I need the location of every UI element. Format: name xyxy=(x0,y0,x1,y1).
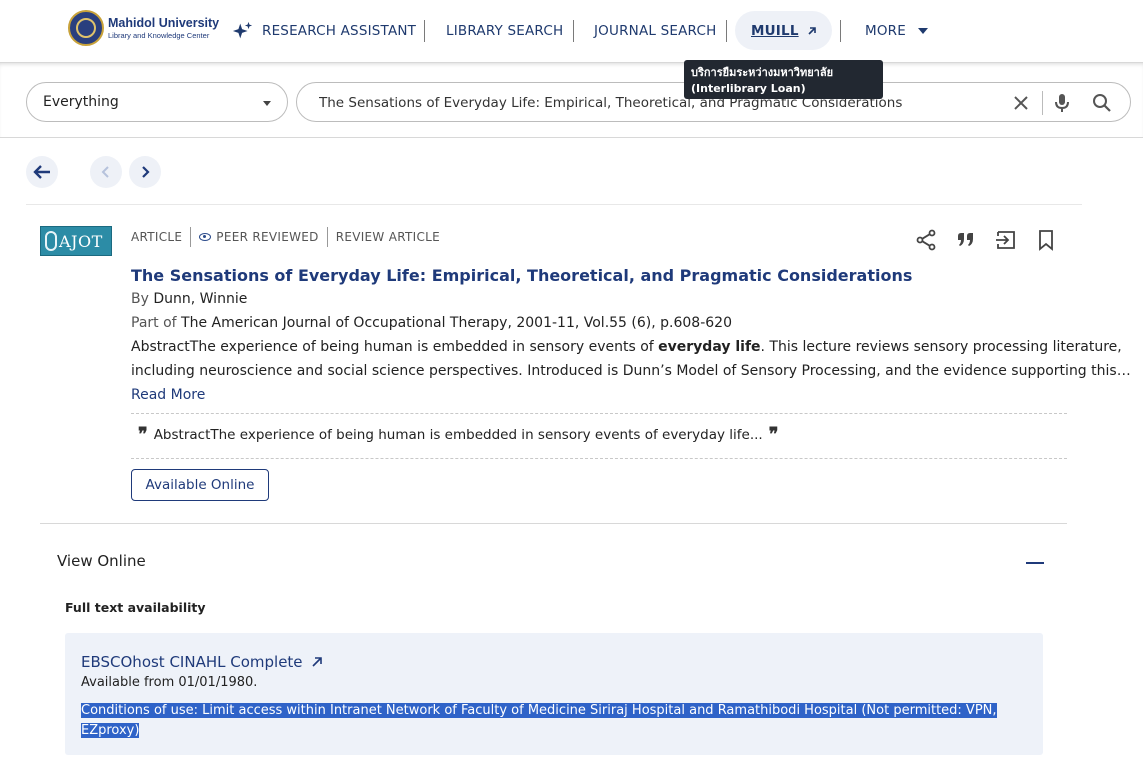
abstract-highlight: everyday life xyxy=(658,339,761,355)
search-scope-select[interactable]: Everything xyxy=(26,82,288,122)
abstract-text: AbstractThe experience of being human is… xyxy=(131,339,659,355)
previous-record-button[interactable] xyxy=(90,156,122,188)
section-divider xyxy=(26,204,1082,205)
nav-divider xyxy=(726,20,727,42)
read-more-link[interactable]: Read More xyxy=(131,387,205,403)
quote-close-icon: ❞ xyxy=(768,424,779,445)
top-navigation: Mahidol University Library and Knowledge… xyxy=(0,0,1143,62)
muill-tooltip: บริการยืมระหว่างมหาวิทยาลัย (Interlibrar… xyxy=(684,60,883,99)
nav-research-assistant-label: RESEARCH ASSISTANT xyxy=(262,23,417,39)
next-record-button[interactable] xyxy=(129,156,161,188)
search-input[interactable] xyxy=(319,91,999,115)
quote-open-icon: ❞ xyxy=(138,424,148,445)
record-author-line: By Dunn, Winnie xyxy=(131,291,247,307)
record-source-line: Part of The American Journal of Occupati… xyxy=(131,315,732,331)
chevron-left-icon xyxy=(101,166,109,178)
view-online-heading: View Online xyxy=(57,552,146,570)
citation-icon[interactable] xyxy=(954,228,978,252)
search-icon[interactable] xyxy=(1090,91,1114,115)
nav-divider xyxy=(840,20,841,42)
share-icon[interactable] xyxy=(914,228,938,252)
logo-title: Mahidol University xyxy=(108,16,220,30)
dropdown-caret-icon xyxy=(263,101,271,106)
available-online-button[interactable]: Available Online xyxy=(131,469,269,501)
chevron-right-icon xyxy=(142,166,150,178)
conditions-of-use-text: Conditions of use: Limit access within I… xyxy=(81,701,1021,741)
snippet-divider xyxy=(131,413,1067,414)
logo-subtitle: Library and Knowledge Center xyxy=(108,30,210,40)
tooltip-line2: (Interlibrary Loan) xyxy=(691,82,806,95)
tag-review-article: REVIEW ARTICLE xyxy=(326,227,448,247)
chevron-down-icon xyxy=(917,28,928,34)
journal-thumbnail-text: AJOT xyxy=(59,231,103,251)
record-tags: ARTICLE PEER REVIEWED REVIEW ARTICLE xyxy=(131,227,448,247)
external-link-icon xyxy=(311,657,322,667)
full-text-availability-label: Full text availability xyxy=(65,600,206,615)
tag-peer-reviewed: PEER REVIEWED xyxy=(190,227,326,247)
nav-muill[interactable]: MUILL xyxy=(751,0,818,62)
journal-logo-icon xyxy=(45,231,57,251)
search-bar: Everything xyxy=(0,62,1143,138)
abstract-snippet: ❞ AbstractThe experience of being human … xyxy=(138,424,779,445)
export-icon[interactable] xyxy=(994,228,1018,252)
journal-thumbnail: AJOT xyxy=(40,226,112,256)
provider-link[interactable]: EBSCOhost CINAHL Complete xyxy=(81,653,323,671)
nav-library-search[interactable]: LIBRARY SEARCH xyxy=(446,0,563,62)
clear-icon[interactable] xyxy=(1009,91,1033,115)
provider-name: EBSCOhost CINAHL Complete xyxy=(81,653,303,671)
external-link-icon xyxy=(808,27,816,35)
nav-divider xyxy=(573,20,574,42)
eye-icon xyxy=(199,233,212,241)
available-from-text: Available from 01/01/1980. xyxy=(81,675,258,690)
nav-divider xyxy=(424,20,425,42)
by-label: By xyxy=(131,291,149,307)
full-text-provider-card: EBSCOhost CINAHL Complete Available from… xyxy=(65,633,1043,755)
arrow-left-icon xyxy=(33,165,50,179)
university-seal-icon xyxy=(68,10,104,46)
nav-more[interactable]: MORE xyxy=(865,0,928,62)
record-title[interactable]: The Sensations of Everyday Life: Empiric… xyxy=(131,266,912,285)
snippet-divider xyxy=(131,458,1067,459)
bookmark-icon[interactable] xyxy=(1034,228,1058,252)
search-icon-divider xyxy=(1042,91,1043,115)
nav-muill-label: MUILL xyxy=(751,23,799,39)
nav-library-search-label: LIBRARY SEARCH xyxy=(446,23,564,39)
tag-peer-reviewed-label: PEER REVIEWED xyxy=(216,230,319,244)
section-divider xyxy=(40,523,1067,524)
university-logo[interactable]: Mahidol University Library and Knowledge… xyxy=(68,10,219,46)
record-abstract-line1: AbstractThe experience of being human is… xyxy=(131,339,1122,355)
record-actions xyxy=(914,228,1074,252)
microphone-icon[interactable] xyxy=(1050,91,1074,115)
conditions-line1: Conditions of use: Limit access within I… xyxy=(81,703,997,718)
sparkle-icon xyxy=(232,21,253,39)
tag-article: ARTICLE xyxy=(131,230,183,244)
nav-research-assistant[interactable]: RESEARCH ASSISTANT xyxy=(232,0,416,62)
part-of-label: Part of xyxy=(131,315,177,331)
search-scope-value: Everything xyxy=(43,94,119,110)
record-abstract-line2: including neuroscience and social scienc… xyxy=(131,363,1131,379)
snippet-text: AbstractThe experience of being human is… xyxy=(153,427,763,443)
abstract-text: . This lecture reviews sensory processin… xyxy=(760,339,1122,355)
record-source: The American Journal of Occupational The… xyxy=(181,315,732,331)
conditions-line2: EZproxy) xyxy=(81,723,140,738)
tooltip-line1: บริการยืมระหว่างมหาวิทยาลัย xyxy=(691,66,834,79)
nav-journal-search[interactable]: JOURNAL SEARCH xyxy=(594,0,716,62)
back-to-results-button[interactable] xyxy=(26,156,58,188)
record-author[interactable]: Dunn, Winnie xyxy=(153,291,247,307)
nav-journal-search-label: JOURNAL SEARCH xyxy=(594,23,717,39)
collapse-section-icon[interactable] xyxy=(1026,562,1044,564)
nav-more-label: MORE xyxy=(865,23,906,39)
